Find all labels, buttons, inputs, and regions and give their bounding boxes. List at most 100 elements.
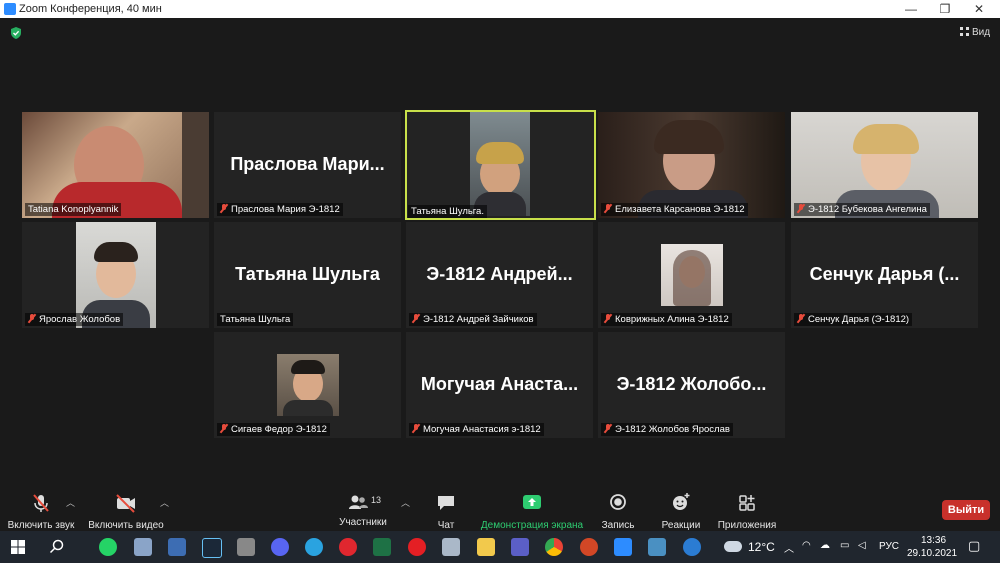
tile-label: Tatiana Konoplyannik — [25, 203, 122, 216]
steam-icon[interactable] — [202, 538, 222, 558]
record-icon — [610, 494, 626, 510]
volume-icon[interactable]: ◁ — [858, 540, 866, 551]
share-screen-icon — [523, 495, 541, 509]
video-tile[interactable]: Э-1812 Андрей... Э-1812 Андрей Зайчиков — [406, 222, 593, 328]
participants-button[interactable]: 13 Участники — [336, 492, 390, 528]
record-button[interactable]: Запись — [598, 492, 638, 531]
video-tile[interactable]: Праслова Мари... Праслова Мария Э-1812 — [214, 112, 401, 218]
mic-muted-icon — [604, 204, 612, 213]
tile-label: Сенчук Дарья (Э-1812) — [794, 313, 913, 326]
share-screen-button[interactable]: Демонстрация экрана — [480, 492, 584, 531]
minimize-button[interactable]: — — [894, 0, 928, 18]
grid-icon — [960, 27, 969, 36]
mic-muted-icon — [604, 314, 612, 323]
media-player-icon[interactable] — [339, 538, 357, 556]
calculator-icon[interactable] — [168, 538, 186, 556]
audio-options-chevron-icon[interactable]: ︿ — [66, 496, 75, 509]
view-button[interactable]: Вид — [960, 27, 990, 38]
zoom-app-icon — [4, 3, 16, 15]
weather-temperature[interactable]: 12°C — [748, 540, 775, 554]
mic-muted-icon — [33, 494, 49, 512]
tile-name: Сенчук Дарья (... — [809, 264, 960, 284]
tile-name: Могучая Анаста... — [420, 374, 579, 394]
video-tile[interactable]: Елизавета Карсанова Э-1812 — [598, 112, 785, 218]
video-tile[interactable]: Татьяна Шульга Татьяна Шульга — [214, 222, 401, 328]
chrome-icon[interactable] — [545, 538, 563, 556]
tile-label: Праслова Мария Э-1812 — [217, 203, 343, 216]
video-options-chevron-icon[interactable]: ︿ — [160, 496, 169, 509]
tray-chevron-icon[interactable]: ︿ — [784, 540, 794, 555]
mic-muted-icon — [28, 314, 36, 323]
tile-label: Могучая Анастасия э-1812 — [409, 423, 544, 436]
app-icon[interactable] — [442, 538, 460, 556]
notifications-icon[interactable]: ▢ — [968, 538, 980, 554]
meeting-stage: Вид Tatiana Konoplyannik Праслова Мари..… — [0, 18, 1000, 490]
close-button[interactable]: ✕ — [962, 0, 996, 18]
start-video-button[interactable]: Включить видео — [88, 492, 164, 531]
file-explorer-icon[interactable] — [477, 538, 495, 556]
apps-icon — [739, 495, 755, 511]
mic-muted-icon — [412, 314, 420, 323]
reactions-label: Реакции — [661, 520, 701, 531]
start-video-label: Включить видео — [88, 520, 164, 531]
mic-muted-icon — [797, 314, 805, 323]
tile-label: Ярослав Жолобов — [25, 313, 124, 326]
powerpoint-icon[interactable] — [580, 538, 598, 556]
excel-icon[interactable] — [373, 538, 391, 556]
unmute-label: Включить звук — [7, 520, 75, 531]
shield-icon[interactable] — [10, 27, 22, 39]
video-tile[interactable]: Ярослав Жолобов — [22, 222, 209, 328]
help-icon[interactable] — [683, 538, 701, 556]
search-icon[interactable] — [48, 538, 66, 556]
share-screen-label: Демонстрация экрана — [480, 520, 584, 531]
emoji-icon — [673, 493, 690, 510]
photos-icon[interactable] — [648, 538, 666, 556]
yandex-browser-icon[interactable] — [408, 538, 426, 556]
chat-button[interactable]: Чат — [426, 492, 466, 531]
mic-muted-icon — [412, 424, 420, 433]
maximize-button[interactable]: ❐ — [928, 0, 962, 18]
app-icon[interactable] — [134, 538, 152, 556]
zoom-icon[interactable] — [614, 538, 632, 556]
window-titlebar: Zoom Конференция, 40 мин — ❐ ✕ — [0, 0, 1000, 18]
participant-avatar — [661, 244, 723, 306]
tile-label: Коврижных Алина Э-1812 — [601, 313, 732, 326]
windows-start-icon[interactable] — [9, 538, 27, 556]
video-tile[interactable]: Коврижных Алина Э-1812 — [598, 222, 785, 328]
clock-time[interactable]: 13:36 — [921, 535, 946, 546]
telegram-icon[interactable] — [305, 538, 323, 556]
video-tile[interactable]: Могучая Анаста... Могучая Анастасия э-18… — [406, 332, 593, 438]
tile-label: Татьяна Шульга. — [408, 205, 487, 218]
tile-label: Э-1812 Бубекова Ангелина — [794, 203, 930, 216]
meeting-toolbar: Включить звук ︿ Включить видео ︿ 13 Учас… — [0, 490, 1000, 531]
apps-button[interactable]: Приложения — [716, 492, 778, 531]
app-icon[interactable] — [237, 538, 255, 556]
video-tile[interactable]: Tatiana Konoplyannik — [22, 112, 209, 218]
tile-name: Э-1812 Жолобо... — [616, 374, 767, 394]
video-tile[interactable]: Э-1812 Бубекова Ангелина — [791, 112, 978, 218]
clock-date[interactable]: 29.10.2021 — [907, 548, 957, 559]
battery-icon[interactable]: ▭ — [840, 540, 849, 551]
reactions-button[interactable]: Реакции — [658, 492, 704, 531]
tile-label: Э-1812 Андрей Зайчиков — [409, 313, 537, 326]
language-indicator[interactable]: РУС — [879, 541, 899, 552]
discord-icon[interactable] — [271, 538, 289, 556]
chat-icon — [438, 496, 454, 510]
participant-video — [470, 112, 530, 216]
tile-name: Э-1812 Андрей... — [426, 264, 573, 284]
video-tile[interactable]: Сенчук Дарья (... Сенчук Дарья (Э-1812) — [791, 222, 978, 328]
wifi-icon[interactable]: ◠ — [802, 540, 811, 551]
video-tile[interactable]: Сигаев Федор Э-1812 — [214, 332, 401, 438]
participants-label: Участники — [339, 517, 387, 528]
video-tile[interactable]: Э-1812 Жолобо... Э-1812 Жолобов Ярослав — [598, 332, 785, 438]
teams-icon[interactable] — [511, 538, 529, 556]
tile-label: Татьяна Шульга — [217, 313, 294, 326]
leave-button[interactable]: Выйти — [942, 500, 990, 520]
participants-chevron-icon[interactable]: ︿ — [401, 496, 410, 509]
whatsapp-icon[interactable] — [99, 538, 117, 556]
tile-label: Сигаев Федор Э-1812 — [217, 423, 330, 436]
video-tile-active-speaker[interactable]: Татьяна Шульга. — [405, 110, 596, 220]
weather-icon[interactable] — [724, 541, 742, 552]
tile-label: Елизавета Карсанова Э-1812 — [601, 203, 748, 216]
onedrive-icon[interactable]: ☁ — [820, 540, 830, 551]
